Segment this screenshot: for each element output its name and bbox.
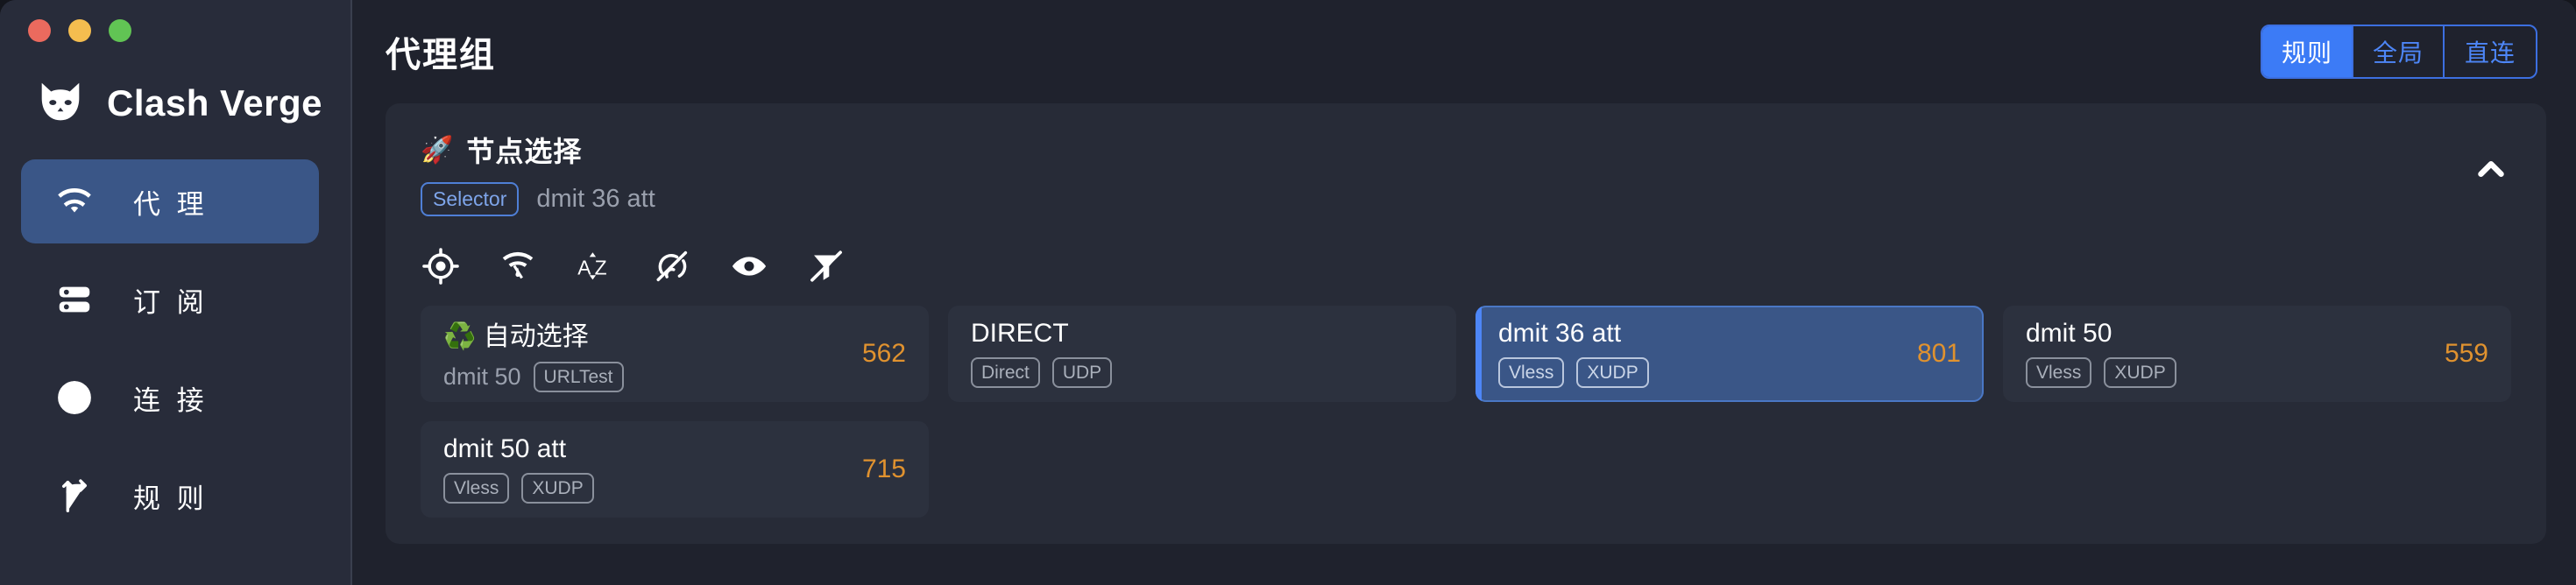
proxy-card-name: dmit 50 — [2026, 319, 2112, 349]
brand: Clash Verge — [0, 54, 350, 135]
svg-text:A: A — [577, 256, 591, 278]
proxy-type-badge: Direct — [971, 357, 1040, 389]
proxy-card-title: ♻️ 自动选择 — [443, 314, 624, 353]
globe-icon — [54, 377, 95, 418]
proxy-group-header[interactable]: 🚀 节点选择 Selector dmit 36 att — [386, 103, 2546, 232]
sidebar-item-rules[interactable]: 规 则 — [21, 454, 319, 538]
status-badge: Selector — [421, 182, 520, 216]
proxy-delay[interactable]: 559 — [2445, 339, 2488, 369]
recycle-icon: ♻️ — [443, 322, 477, 352]
proxy-group-info: 🚀 节点选择 Selector dmit 36 att — [421, 130, 655, 216]
sidebar-item-label: 代 理 — [133, 188, 209, 220]
rules-fork-icon — [54, 476, 95, 516]
filter-off-icon[interactable] — [806, 246, 846, 286]
rocket-icon: 🚀 — [421, 135, 455, 165]
proxy-card-name: dmit 50 att — [443, 434, 567, 464]
proxy-card-name: 自动选择 — [483, 322, 589, 352]
server-icon — [54, 279, 95, 320]
proxy-card-info: DIRECT Direct UDP — [971, 319, 1113, 389]
selected-proxy-name: dmit 36 att — [536, 184, 655, 213]
proxy-type-badge: URLTest — [533, 362, 624, 393]
proxy-type-badge: Vless — [1498, 357, 1565, 389]
proxy-card-meta: Direct UDP — [971, 357, 1113, 389]
proxy-udp-badge: UDP — [1051, 357, 1113, 389]
mode-direct-button[interactable]: 直连 — [2445, 26, 2536, 77]
proxy-group-subline: Selector dmit 36 att — [421, 182, 655, 216]
proxy-type-badge: Vless — [443, 473, 510, 504]
proxy-delay[interactable]: 801 — [1917, 339, 1961, 369]
proxy-card-info: dmit 50 att Vless XUDP — [443, 434, 594, 504]
sidebar-item-connections[interactable]: 连 接 — [21, 356, 319, 440]
proxy-toolbar: A Z — [386, 232, 2546, 306]
sidebar-item-label: 连 接 — [133, 384, 209, 416]
sidebar: Clash Verge 代 理 订 阅 连 接 规 则 — [0, 0, 350, 585]
proxy-type-badge: Vless — [2026, 357, 2092, 389]
chevron-up-icon[interactable] — [2471, 149, 2511, 189]
proxy-card[interactable]: DIRECT Direct UDP — [948, 305, 1456, 402]
proxy-card-meta: dmit 50 URLTest — [443, 362, 624, 393]
proxy-card-info: dmit 36 att Vless XUDP — [1498, 319, 1649, 389]
close-button[interactable] — [28, 19, 51, 42]
proxy-card-info: dmit 50 Vless XUDP — [2026, 319, 2176, 389]
sort-az-icon[interactable]: A Z — [575, 246, 615, 286]
proxy-group-name-text: 节点选择 — [466, 136, 583, 167]
proxy-card-selected[interactable]: dmit 36 att Vless XUDP 801 — [1476, 305, 1984, 402]
speed-test-icon[interactable] — [498, 246, 538, 286]
mode-global-button[interactable]: 全局 — [2353, 26, 2445, 77]
svg-text:Z: Z — [595, 256, 607, 278]
proxy-card[interactable]: dmit 50 Vless XUDP 559 — [2003, 305, 2511, 402]
window-controls — [0, 0, 350, 54]
app-window: Clash Verge 代 理 订 阅 连 接 规 则 代理组 规则 全局 直连… — [0, 0, 2576, 585]
proxy-list: ♻️ 自动选择 dmit 50 URLTest 562 DIRECT Direc… — [386, 305, 2546, 544]
brand-title: Clash Verge — [107, 82, 322, 123]
proxy-card-meta: Vless XUDP — [443, 473, 594, 504]
proxy-card[interactable]: dmit 50 att Vless XUDP 715 — [421, 420, 929, 518]
proxy-card-name: DIRECT — [971, 319, 1069, 349]
wifi-icon — [54, 181, 95, 222]
maximize-button[interactable] — [109, 19, 131, 42]
main-content: 代理组 规则 全局 直连 🚀 节点选择 Selector dmit 36 att… — [350, 0, 2576, 585]
proxy-group-card: 🚀 节点选择 Selector dmit 36 att A Z ♻️ 自动选择 … — [386, 103, 2546, 544]
minimize-button[interactable] — [68, 19, 91, 42]
sidebar-item-profiles[interactable]: 订 阅 — [21, 257, 319, 342]
proxy-card-info: ♻️ 自动选择 dmit 50 URLTest — [443, 314, 624, 393]
proxy-card-name: dmit 36 att — [1498, 319, 1622, 349]
top-bar: 代理组 规则 全局 直连 — [352, 0, 2576, 103]
sidebar-item-label: 规 则 — [133, 483, 209, 514]
signal-off-icon[interactable] — [652, 246, 692, 286]
proxy-udp-badge: XUDP — [1576, 357, 1649, 389]
content-area: 🚀 节点选择 Selector dmit 36 att A Z ♻️ 自动选择 … — [352, 103, 2576, 585]
eye-icon[interactable] — [729, 246, 769, 286]
sidebar-item-label: 订 阅 — [133, 286, 209, 318]
cat-logo-icon — [33, 76, 88, 130]
proxy-card[interactable]: ♻️ 自动选择 dmit 50 URLTest 562 — [421, 305, 929, 402]
location-target-icon[interactable] — [421, 246, 461, 286]
proxy-group-name: 🚀 节点选择 — [421, 130, 655, 170]
proxy-card-meta: Vless XUDP — [2026, 357, 2176, 389]
proxy-udp-badge: XUDP — [521, 473, 594, 504]
proxy-udp-badge: XUDP — [2104, 357, 2176, 389]
page-title: 代理组 — [386, 36, 496, 74]
sidebar-nav: 代 理 订 阅 连 接 规 则 — [0, 159, 350, 552]
sidebar-item-proxies[interactable]: 代 理 — [21, 159, 319, 243]
proxy-card-meta: Vless XUDP — [1498, 357, 1649, 389]
mode-switcher: 规则 全局 直连 — [2261, 25, 2537, 79]
proxy-card-sub: dmit 50 — [443, 363, 521, 391]
mode-rule-button[interactable]: 规则 — [2262, 26, 2353, 77]
proxy-delay[interactable]: 715 — [862, 455, 906, 484]
proxy-delay[interactable]: 562 — [862, 339, 906, 369]
